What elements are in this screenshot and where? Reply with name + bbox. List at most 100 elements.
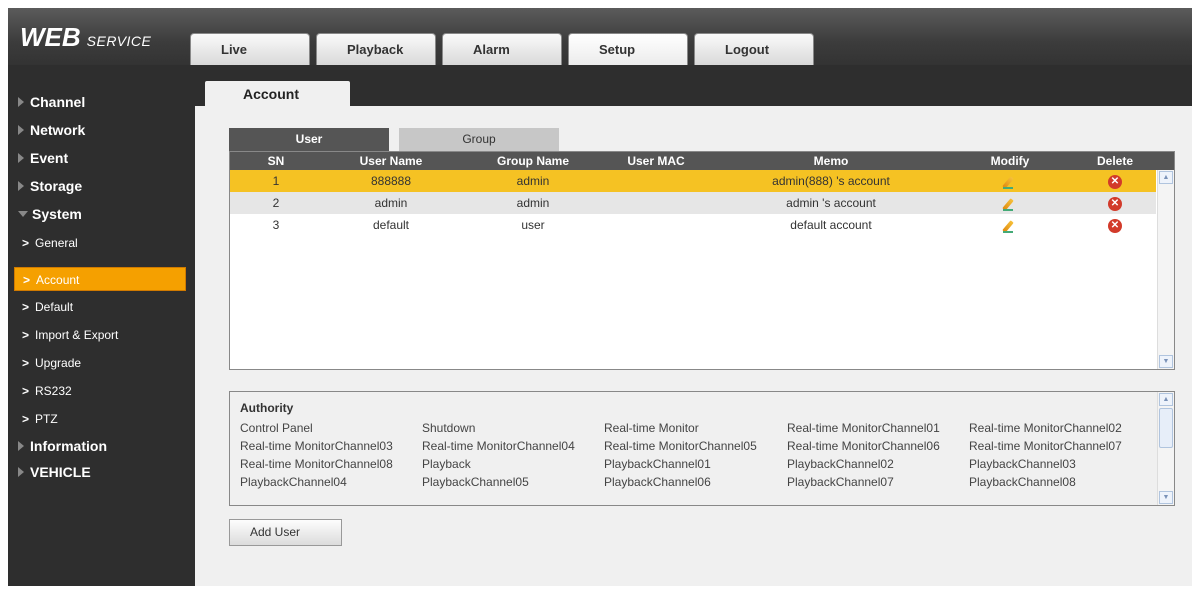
tab-setup[interactable]: Setup (568, 33, 688, 65)
scroll-up-icon[interactable]: ▲ (1159, 393, 1173, 406)
authority-scrollbar[interactable]: ▲ ▼ (1157, 392, 1174, 505)
tab-alarm[interactable]: Alarm (442, 33, 562, 65)
subtab-user[interactable]: User (229, 128, 389, 151)
delete-cell: ✕ (1070, 214, 1160, 236)
sidebar-item-channel[interactable]: Channel (8, 89, 188, 115)
header-modify: Modify (990, 154, 1030, 168)
table-row[interactable]: 3 default user default account ✕ (230, 214, 1156, 236)
sidebar-item-storage[interactable]: Storage (8, 173, 188, 199)
tab-playback[interactable]: Playback (316, 33, 436, 65)
sidebar-item-upgrade[interactable]: > Upgrade (8, 351, 188, 375)
subtab-bar: User Group (229, 128, 569, 151)
scroll-up-icon[interactable]: ▲ (1159, 171, 1173, 184)
table-row[interactable]: 2 admin admin admin 's account ✕ (230, 192, 1156, 214)
sidebar-item-rs232[interactable]: > RS232 (8, 379, 188, 403)
sidebar: Channel Network Event Storage System > Ge… (8, 73, 188, 586)
modify-cell (970, 214, 1050, 236)
collapsed-arrow-icon (18, 181, 24, 191)
sidebar-item-label: Account (36, 273, 80, 287)
sidebar-item-default[interactable]: > Default (8, 295, 188, 319)
sidebar-item-vehicle[interactable]: VEHICLE (8, 459, 188, 485)
table-row[interactable]: 1 888888 admin admin(888) 's account ✕ (230, 170, 1156, 192)
sidebar-item-label: Storage (30, 178, 83, 194)
authority-item: Real-time MonitorChannel08 (240, 457, 393, 471)
sidebar-item-label: Information (30, 438, 107, 454)
sidebar-item-information[interactable]: Information (8, 433, 188, 459)
tab-logout[interactable]: Logout (694, 33, 814, 65)
authority-item: PlaybackChannel06 (604, 475, 711, 489)
sidebar-item-general[interactable]: > General (8, 231, 188, 255)
cell-user-name: 888888 (370, 174, 412, 188)
chevron-right-icon: > (23, 273, 31, 287)
chevron-right-icon: > (22, 328, 30, 342)
content-panel: Account User Group SN User Name Group Na… (195, 73, 1192, 586)
table-scrollbar[interactable]: ▲ ▼ (1157, 170, 1174, 369)
add-user-button[interactable]: Add User (229, 519, 342, 546)
collapsed-arrow-icon (18, 441, 24, 451)
pencil-icon[interactable] (1003, 197, 1017, 211)
sidebar-item-label: System (32, 206, 82, 222)
authority-item: Real-time MonitorChannel03 (240, 439, 393, 453)
sidebar-item-ptz[interactable]: > PTZ (8, 407, 188, 431)
chevron-right-icon: > (22, 384, 30, 398)
cell-group-name: admin (516, 196, 550, 210)
header-memo: Memo (813, 154, 849, 168)
sidebar-item-event[interactable]: Event (8, 145, 188, 171)
header-user-name: User Name (359, 154, 423, 168)
authority-item: Real-time MonitorChannel02 (969, 421, 1122, 435)
sidebar-item-import-export[interactable]: > Import & Export (8, 323, 188, 347)
authority-item: PlaybackChannel01 (604, 457, 711, 471)
sidebar-item-label: Import & Export (35, 328, 119, 342)
scroll-thumb[interactable] (1159, 408, 1173, 448)
authority-item: Real-time Monitor (604, 421, 699, 435)
pencil-icon[interactable] (1003, 175, 1017, 189)
collapsed-arrow-icon (18, 97, 24, 107)
expanded-arrow-icon (18, 211, 28, 217)
collapsed-arrow-icon (18, 467, 24, 477)
logo-sub: SERVICE (86, 33, 152, 49)
authority-title: Authority (240, 401, 294, 415)
sidebar-item-label: Upgrade (35, 356, 82, 370)
modify-cell (970, 192, 1050, 214)
header-delete: Delete (1096, 154, 1134, 168)
authority-item: PlaybackChannel03 (969, 457, 1076, 471)
authority-item: Real-time MonitorChannel04 (422, 439, 575, 453)
delete-icon[interactable]: ✕ (1108, 174, 1122, 189)
sidebar-item-system[interactable]: System (8, 201, 188, 227)
cell-user-name: default (372, 218, 410, 232)
delete-cell: ✕ (1070, 192, 1160, 214)
table-header: SN User Name Group Name User MAC Memo Mo… (230, 152, 1174, 170)
cell-sn: 2 (272, 196, 280, 210)
tab-account[interactable]: Account (205, 81, 350, 106)
logo: WEB SERVICE (20, 22, 151, 53)
delete-icon[interactable]: ✕ (1108, 218, 1122, 233)
header-sn: SN (267, 154, 285, 168)
cell-group-name: admin (516, 174, 550, 188)
authority-item: PlaybackChannel02 (787, 457, 894, 471)
sidebar-item-label: General (35, 236, 78, 250)
authority-item: Playback (422, 457, 471, 471)
scroll-down-icon[interactable]: ▼ (1159, 355, 1173, 368)
sidebar-item-label: PTZ (35, 412, 58, 426)
cell-sn: 3 (272, 218, 280, 232)
sidebar-item-network[interactable]: Network (8, 117, 188, 143)
delete-icon[interactable]: ✕ (1108, 196, 1122, 211)
delete-cell: ✕ (1070, 170, 1160, 192)
cell-memo: default account (790, 218, 872, 232)
subtab-group[interactable]: Group (399, 128, 559, 151)
authority-item: Shutdown (422, 421, 476, 435)
scroll-down-icon[interactable]: ▼ (1159, 491, 1173, 504)
sidebar-item-account[interactable]: > Account (14, 267, 186, 291)
collapsed-arrow-icon (18, 125, 24, 135)
cell-group-name: user (521, 218, 545, 232)
sidebar-item-label: RS232 (35, 384, 72, 398)
authority-item: PlaybackChannel04 (240, 475, 347, 489)
authority-item: Real-time MonitorChannel01 (787, 421, 940, 435)
chevron-right-icon: > (22, 236, 30, 250)
chevron-right-icon: > (22, 412, 30, 426)
pencil-icon[interactable] (1003, 219, 1017, 233)
cell-memo: admin 's account (786, 196, 876, 210)
authority-item: PlaybackChannel07 (787, 475, 894, 489)
collapsed-arrow-icon (18, 153, 24, 163)
tab-live[interactable]: Live (190, 33, 310, 65)
